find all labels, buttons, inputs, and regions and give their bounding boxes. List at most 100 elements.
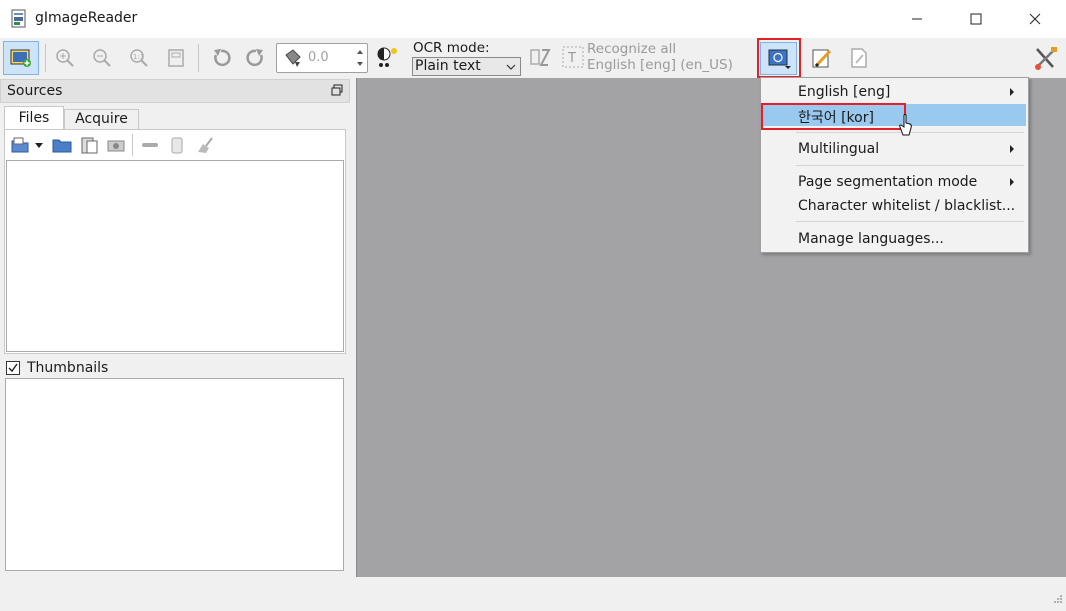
float-window-icon [331,84,343,96]
add-image-icon [10,49,31,67]
menu-item-page-segmentation[interactable]: Page segmentation mode [763,171,1026,193]
menu-separator [796,221,1024,222]
menu-item-char-whitelist[interactable]: Character whitelist / blacklist... [763,195,1026,217]
checkmark-icon [8,363,18,373]
toolbar-separator [45,44,46,72]
clipboard-icon [81,137,98,154]
thumbnails-list[interactable] [5,378,344,571]
files-list[interactable] [6,160,344,352]
caret-down-icon [35,143,43,148]
rotation-spinbox[interactable]: 0.0 [276,43,368,73]
recognize-language-label: English [eng] (en_US) [587,57,733,73]
paste-button[interactable] [78,134,100,156]
document-icon [851,48,867,68]
autodetect-layout-icon [530,49,551,66]
camera-icon [107,140,125,152]
zoom-out-icon [93,49,111,67]
rotate-right-button[interactable] [242,44,270,72]
minimize-icon [912,18,922,20]
ocr-mode-select[interactable]: Plain text [412,57,521,76]
screenshot-button[interactable] [105,134,127,156]
submenu-arrow-icon [1010,88,1014,96]
add-image-button[interactable] [3,41,39,75]
minimize-button[interactable] [894,0,940,38]
menu-item-manage-languages[interactable]: Manage languages... [763,228,1026,250]
window-title: gImageReader [35,10,138,26]
app-icon [11,9,27,28]
tools-icon [1035,47,1057,70]
language-button-highlight [757,38,801,78]
svg-text:T: T [567,51,576,66]
best-fit-icon [168,49,184,67]
rotate-left-icon [214,49,231,67]
menu-item-label: Character whitelist / blacklist... [798,198,1016,214]
sources-dock-header: Sources [0,79,350,103]
preferences-button[interactable] [1030,43,1062,73]
dock-float-button[interactable] [331,84,343,100]
rotate-page-icon [283,48,303,72]
rotation-value: 0.0 [308,50,329,65]
minus-icon [142,143,158,147]
files-toolbar-separator [132,134,133,156]
spin-arrows[interactable] [353,44,367,72]
zoom-original-icon: 1:1 [130,49,148,67]
remove-file-button[interactable] [139,134,161,156]
chevron-down-icon [506,64,516,70]
maximize-icon [970,13,982,25]
title-bar: gImageReader [0,0,1066,38]
zoom-original-button[interactable]: 1:1 [126,44,152,72]
menu-item-multilingual[interactable]: Multilingual [763,138,1026,160]
tab-files-label: Files [18,110,50,126]
image-controls-button[interactable] [373,43,401,73]
menu-item-label: Multilingual [798,141,880,157]
menu-item-label: English [eng] [798,84,891,100]
menu-item-label: Page segmentation mode [798,174,978,190]
zoom-out-button[interactable] [89,44,115,72]
zoom-in-button[interactable] [52,44,78,72]
recognize-all-button[interactable]: T [561,45,585,69]
submenu-arrow-icon [1010,145,1014,153]
rotate-left-button[interactable] [207,44,235,72]
files-panel [4,129,346,354]
tab-acquire[interactable]: Acquire [64,109,139,130]
main-toolbar: 1:1 0.0 OCR mode: Plain text T Recognize… [0,38,1066,78]
thumbnails-label: Thumbnails [27,360,109,376]
thumbnails-checkbox[interactable] [6,361,20,375]
output-editor-button[interactable] [808,44,836,72]
status-bar [0,582,1066,611]
folder-icon [52,139,72,153]
open-dropdown-button[interactable] [33,136,45,154]
ocr-mode-label: OCR mode: [413,40,490,56]
tab-acquire-label: Acquire [75,111,128,127]
toolbar-separator [198,44,199,72]
open-file-icon [11,137,29,153]
sources-title: Sources [7,83,63,99]
open-file-button[interactable] [9,134,31,156]
autodetect-layout-button[interactable] [526,43,554,73]
best-fit-button[interactable] [163,44,189,72]
mouse-cursor-icon [898,113,914,141]
menu-item-label: Manage languages... [798,231,944,247]
pencil-icon [812,49,832,68]
broom-icon [198,137,213,153]
trash-icon [171,137,183,154]
rotate-right-icon [246,49,263,67]
batch-mode-button[interactable] [845,44,873,72]
recognize-selection-icon: T [562,46,584,68]
recognize-all-label: Recognize all [587,41,677,57]
clear-list-button[interactable] [193,134,215,156]
delete-file-button[interactable] [166,134,188,156]
close-button[interactable] [1012,0,1058,38]
maximize-button[interactable] [953,0,999,38]
menu-separator [796,165,1024,166]
ocr-mode-value: Plain text [415,58,481,74]
korean-item-highlight [761,103,906,130]
zoom-in-icon [56,49,74,67]
add-folder-button[interactable] [51,134,73,156]
resize-grip-icon[interactable] [1053,592,1063,608]
tab-files[interactable]: Files [4,106,64,131]
menu-item-english[interactable]: English [eng] [763,81,1026,103]
close-icon [1029,13,1041,25]
brightness-contrast-icon [377,47,397,67]
svg-text:1:1: 1:1 [133,53,144,61]
